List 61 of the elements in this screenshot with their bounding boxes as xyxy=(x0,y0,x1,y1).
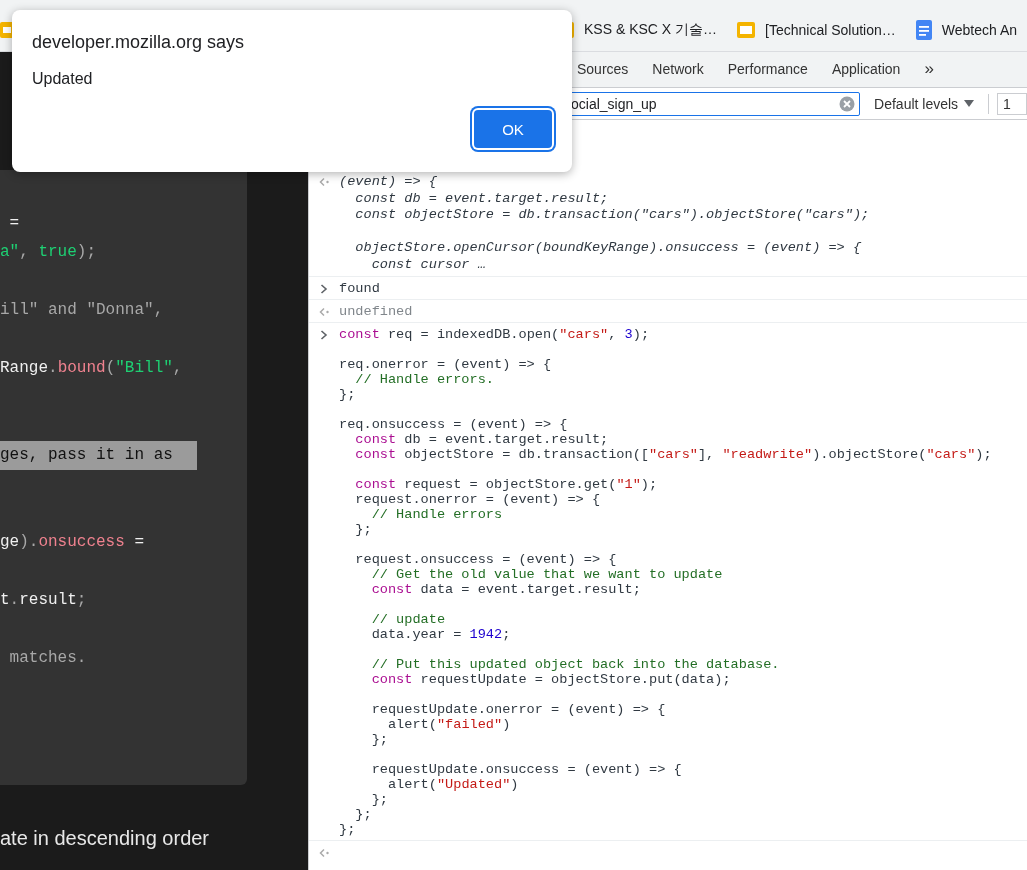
bookmark-link[interactable]: Webtech An xyxy=(915,19,1018,40)
code-line: matches. xyxy=(8,648,88,669)
code-line: const data = event.target.result; xyxy=(370,582,642,597)
code-line: (event) => { xyxy=(339,174,438,191)
code-line: const requestUpdate = objectStore.put(data); xyxy=(370,672,732,687)
code-line: // Put this updated object back into the database. xyxy=(370,657,781,672)
code-line: requestUpdate.onerror = (event) => { xyxy=(370,702,667,717)
code-line: const objectStore = db.transaction(["cars"], "readwrite").objectStore("cars"); xyxy=(354,447,992,462)
bookmark-link[interactable]: [Technical Solution… xyxy=(737,19,896,40)
code-line: ill" and "Donna", xyxy=(0,300,165,321)
code-line: }; xyxy=(354,807,373,822)
devtools-tab[interactable]: Network xyxy=(640,52,716,87)
code-line: ge).onsuccess = xyxy=(0,532,146,553)
return-arrow-icon xyxy=(318,177,330,187)
code-line: // Handle errors xyxy=(370,507,504,522)
code-line: found xyxy=(339,281,380,296)
code-line: alert("Updated") xyxy=(386,777,520,792)
document-icon xyxy=(915,19,932,40)
code-line: a", true); xyxy=(0,242,97,263)
devtools-tab[interactable]: Sources xyxy=(565,52,641,87)
dialog-message: Updated xyxy=(32,70,94,88)
code-line: // update xyxy=(370,612,447,627)
code-line: request.onerror = (event) => { xyxy=(354,492,602,507)
chevron-icon xyxy=(320,284,328,294)
code-line: alert("failed") xyxy=(386,717,512,732)
code-line: }; xyxy=(354,522,373,537)
code-line: }; xyxy=(339,387,357,402)
return-arrow-icon xyxy=(318,848,330,858)
code-line: undefined xyxy=(339,304,413,319)
code-line: = xyxy=(8,213,21,234)
code-line: requestUpdate.onsuccess = (event) => { xyxy=(370,762,683,777)
devtools-tab[interactable]: Application xyxy=(819,52,913,87)
code-line: const objectStore = db.transaction("cars").objectStore("cars"); xyxy=(354,207,870,224)
code-line: Range.bound("Bill", xyxy=(0,358,184,379)
code-line: // Get the old value that we want to update xyxy=(370,567,724,582)
code-line: const db = event.target.result; xyxy=(354,432,610,447)
code-line: req.onerror = (event) => { xyxy=(339,357,553,372)
dialog-title: developer.mozilla.org says xyxy=(32,32,246,53)
code-line: t.result; xyxy=(0,590,88,611)
slides-icon xyxy=(737,20,756,39)
number-box[interactable]: 1 xyxy=(997,92,1027,115)
return-arrow-icon xyxy=(318,307,330,317)
code-line: const request = objectStore.get("1"); xyxy=(354,477,659,492)
devtools-tab[interactable]: Performance xyxy=(715,52,820,87)
code-line: }; xyxy=(370,792,389,807)
code-line: req.onsuccess = (event) => { xyxy=(339,417,569,432)
code-line: request.onsuccess = (event) => { xyxy=(354,552,618,567)
levels-dropdown[interactable]: Default levels xyxy=(868,94,981,113)
code-line: }; xyxy=(370,732,389,747)
chevron-icon xyxy=(320,330,328,340)
page-text: ate in descending order xyxy=(0,827,211,850)
code-line: data.year = 1942; xyxy=(370,627,512,642)
code-line: // Handle errors. xyxy=(354,372,495,387)
clear-icon[interactable] xyxy=(839,95,856,112)
code-line: }; xyxy=(339,822,357,837)
caret-icon xyxy=(964,99,975,108)
code-line: const db = event.target.result; xyxy=(354,190,610,207)
code-line: const req = indexedDB.open("cars", 3); xyxy=(339,327,651,342)
code-line: const cursor … xyxy=(370,256,487,273)
code-line: objectStore.openCursor(boundKeyRange).onsuccess = (event) => { xyxy=(354,240,863,257)
more-tabs-button[interactable]: » xyxy=(912,52,946,87)
